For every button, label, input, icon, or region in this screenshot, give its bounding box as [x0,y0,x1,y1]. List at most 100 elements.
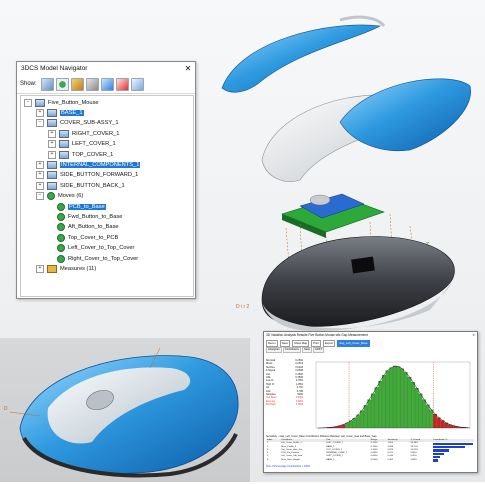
tree-node-label: BASE_1 [60,110,84,116]
measure-select[interactable]: Gap_Left_Cover_Base [337,340,369,347]
features-icon[interactable] [71,78,84,91]
rerun-button[interactable]: Rerun [266,340,278,347]
close-icon[interactable]: ✕ [181,64,195,73]
tree-node[interactable]: PCB_to_Base [48,202,106,211]
analysis-results-window[interactable]: 3D Variation Analysis Results Five Butto… [263,331,478,473]
histogram-bar [415,388,418,428]
tree-node-label: INTERNAL_COMPONENTS_1 [60,162,140,168]
navigator-toolbar: Show: [17,75,195,94]
tree-node[interactable]: +SIDE_BUTTON_BACK_1 [36,181,125,190]
show-map-button[interactable]: Show Map [292,340,309,347]
dim-label-dir2: D i r 2 [236,304,250,310]
tree-node[interactable]: + Measures (11) [36,264,96,273]
expand-icon[interactable]: + [36,161,44,169]
expand-icon[interactable]: + [48,140,56,148]
measures-icon[interactable] [86,78,99,91]
expand-icon[interactable]: + [36,182,44,190]
expand-icon[interactable]: + [36,171,44,179]
analysis-tabs: Histogram Contributors Stats GD&T [264,347,477,353]
tree-node[interactable]: Left_Cover_to_Top_Cover [48,244,134,253]
collapse-icon[interactable]: − [36,119,44,127]
tree-node-label: Right_Cover_to_Top_Cover [68,256,138,262]
dim-label-z: Z [426,242,429,248]
navigator-titlebar[interactable]: 3DCS Model Navigator ✕ [17,62,195,75]
histogram-bar [386,371,389,428]
assembled-mouse-render: D [0,338,250,482]
tab-contributors[interactable]: Contributors [283,347,301,353]
close-icon[interactable]: ✕ [472,332,477,339]
move-icon [57,234,65,242]
analysis-title: 3D Variation Analysis Results Five Butto… [266,332,368,339]
export-button[interactable]: Export [323,340,335,347]
dim-label-d: D [4,406,8,412]
part-icon [47,182,57,190]
tree-node[interactable]: Right_Cover_to_Top_Cover [48,254,138,263]
tree-node[interactable]: Fwd_Button_to_Base [48,212,122,221]
part-icon [59,140,69,148]
table-cell: Base_Boss_Height [280,459,325,462]
histogram-bar [349,421,352,428]
tree-node[interactable]: − Moves (6) [36,192,83,201]
tree-node[interactable]: Aft_Button_to_Base [48,223,119,232]
tree-node[interactable]: +TOP_COVER_1 [48,150,113,159]
table-row[interactable]: 6Base_Boss_HeightBASE_10.05000.4024.58% [266,459,474,462]
tree-node-label: COVER_SUB-ASSY_1 [60,120,118,126]
move-icon [57,213,65,221]
tree-node-label: Moves (6) [58,193,83,199]
expand-icon[interactable]: + [48,130,56,138]
points-icon[interactable] [116,78,129,91]
tree-node[interactable]: Top_Cover_to_PCB [48,233,118,242]
tree-node[interactable]: + LEFT_COVER_1 [48,140,116,149]
filter-icon[interactable] [131,78,144,91]
histogram-bar [404,372,407,428]
part-icon [47,161,57,169]
histogram-bar [419,394,422,428]
contribution-bar [433,459,438,461]
tree-node-label: SIDE_BUTTON_FORWARD_1 [60,172,138,178]
tree-node[interactable]: + INTERNAL_COMPONENTS_1 [36,160,140,169]
tree-node[interactable]: − COVER_SUB-ASSY_1 [36,119,118,128]
tree-node[interactable]: + RIGHT_COVER_1 [48,129,119,138]
histogram-bar [430,410,433,428]
tab-stats[interactable]: Stats [302,347,312,353]
histogram-bar [382,375,385,428]
assembled-mouse-inset: D [0,338,250,482]
tree-node-label: Fwd_Button_to_Base [68,214,122,220]
analysis-toolbar: Rerun Save Show Map Print Export Gap_Lef… [264,339,477,347]
table-cell: 0.402 [387,459,410,462]
expand-icon[interactable]: + [48,151,56,159]
move-icon [57,255,65,263]
pcb-part [282,194,384,238]
analysis-titlebar[interactable]: 3D Variation Analysis Results Five Butto… [264,332,477,339]
tree-node[interactable]: −Five_Button_Mouse [24,98,99,107]
tree-node[interactable]: + BASE_1 [36,108,84,117]
expand-icon[interactable]: + [36,109,44,117]
expand-icon[interactable]: + [36,265,44,273]
moves-icon[interactable] [56,78,69,91]
collapse-icon[interactable]: − [24,99,32,107]
tab-gdt[interactable]: GD&T [313,347,324,353]
tree-node-label: RIGHT_COVER_1 [72,131,119,137]
move-icon [57,203,65,211]
print-button[interactable]: Print [311,340,321,347]
tree-node-label: Top_Cover_to_PCB [68,235,118,241]
tree-node-label: PCB_to_Base [68,204,106,210]
save-button[interactable]: Save [280,340,290,347]
tree-node-label: Aft_Button_to_Base [68,224,119,230]
tree-node-label: LEFT_COVER_1 [72,141,116,147]
histogram-bar [379,381,382,428]
contribution-bar-cell [432,459,474,462]
histogram-bar [371,394,374,428]
collapse-icon[interactable]: − [36,192,44,200]
stat-row: Est High1.00% [266,403,304,406]
model-navigator-window[interactable]: 3DCS Model Navigator ✕ Show: −Five_Butto… [16,61,196,299]
model-tree[interactable]: −Five_Button_Mouse + BASE_1 − COVER_SUB-ASSY… [20,95,194,297]
histogram-bar [397,367,400,428]
tree-node[interactable]: + SIDE_BUTTON_FORWARD_1 [36,171,138,180]
tree-node-label: Measures (11) [60,266,96,272]
tolerances-icon[interactable] [101,78,114,91]
tab-histogram[interactable]: Histogram [266,347,282,353]
parts-icon[interactable] [41,78,54,91]
histogram-bar [364,405,367,428]
show-label: Show: [20,81,37,87]
